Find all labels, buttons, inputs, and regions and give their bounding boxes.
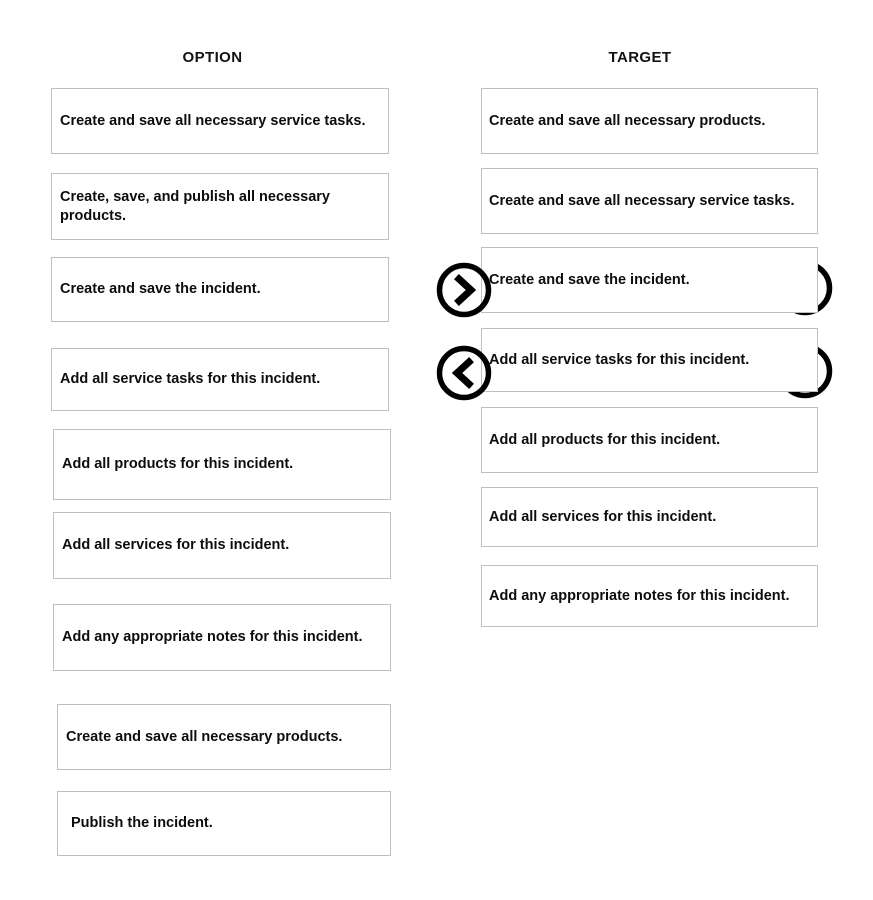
option-card-label: Add all products for this incident. xyxy=(62,456,294,473)
chevron-left-circle-icon[interactable] xyxy=(436,345,492,401)
option-card[interactable]: Create and save all necessary service ta… xyxy=(51,88,389,154)
option-card[interactable]: Add any appropriate notes for this incid… xyxy=(53,604,391,671)
option-card-label: Create, save, and publish all necessary … xyxy=(60,189,330,224)
target-card-label: Add all services for this incident. xyxy=(489,508,717,525)
target-card-label: Create and save all necessary products. xyxy=(489,112,766,129)
matching-exercise-canvas: OPTION TARGET Create and save all necess… xyxy=(0,0,873,900)
target-card-label: Add all products for this incident. xyxy=(489,431,721,448)
target-card[interactable]: Add all service tasks for this incident. xyxy=(481,328,818,392)
option-card[interactable]: Create, save, and publish all necessary … xyxy=(51,173,389,240)
option-card[interactable]: Create and save the incident. xyxy=(51,257,389,322)
column-header-option: OPTION xyxy=(182,49,243,66)
option-card[interactable]: Publish the incident. xyxy=(57,791,391,856)
option-card-label: Create and save all necessary products. xyxy=(66,728,343,745)
option-card-label: Publish the incident. xyxy=(71,815,213,832)
target-card-label: Create and save all necessary service ta… xyxy=(489,192,795,209)
target-card[interactable]: Add all services for this incident. xyxy=(481,487,818,547)
option-card-label: Add all service tasks for this incident. xyxy=(60,371,321,388)
option-card-label: Add all services for this incident. xyxy=(62,537,290,554)
column-header-target: TARGET xyxy=(608,49,672,66)
target-card-label: Create and save the incident. xyxy=(489,271,690,288)
target-card[interactable]: Create and save all necessary service ta… xyxy=(481,168,818,234)
target-card[interactable]: Add any appropriate notes for this incid… xyxy=(481,565,818,627)
option-card-label: Create and save all necessary service ta… xyxy=(60,112,366,129)
chevron-right-circle-icon[interactable] xyxy=(436,262,492,318)
target-card[interactable]: Add all products for this incident. xyxy=(481,407,818,473)
target-card[interactable]: Create and save the incident. xyxy=(481,247,818,313)
option-card[interactable]: Add all products for this incident. xyxy=(53,429,391,500)
option-card-label: Add any appropriate notes for this incid… xyxy=(62,629,363,646)
target-card-label: Add all service tasks for this incident. xyxy=(489,351,750,368)
option-card[interactable]: Add all services for this incident. xyxy=(53,512,391,579)
option-card-label: Create and save the incident. xyxy=(60,281,261,298)
target-card[interactable]: Create and save all necessary products. xyxy=(481,88,818,154)
option-card[interactable]: Create and save all necessary products. xyxy=(57,704,391,770)
option-card[interactable]: Add all service tasks for this incident. xyxy=(51,348,389,411)
target-card-label: Add any appropriate notes for this incid… xyxy=(489,587,790,604)
